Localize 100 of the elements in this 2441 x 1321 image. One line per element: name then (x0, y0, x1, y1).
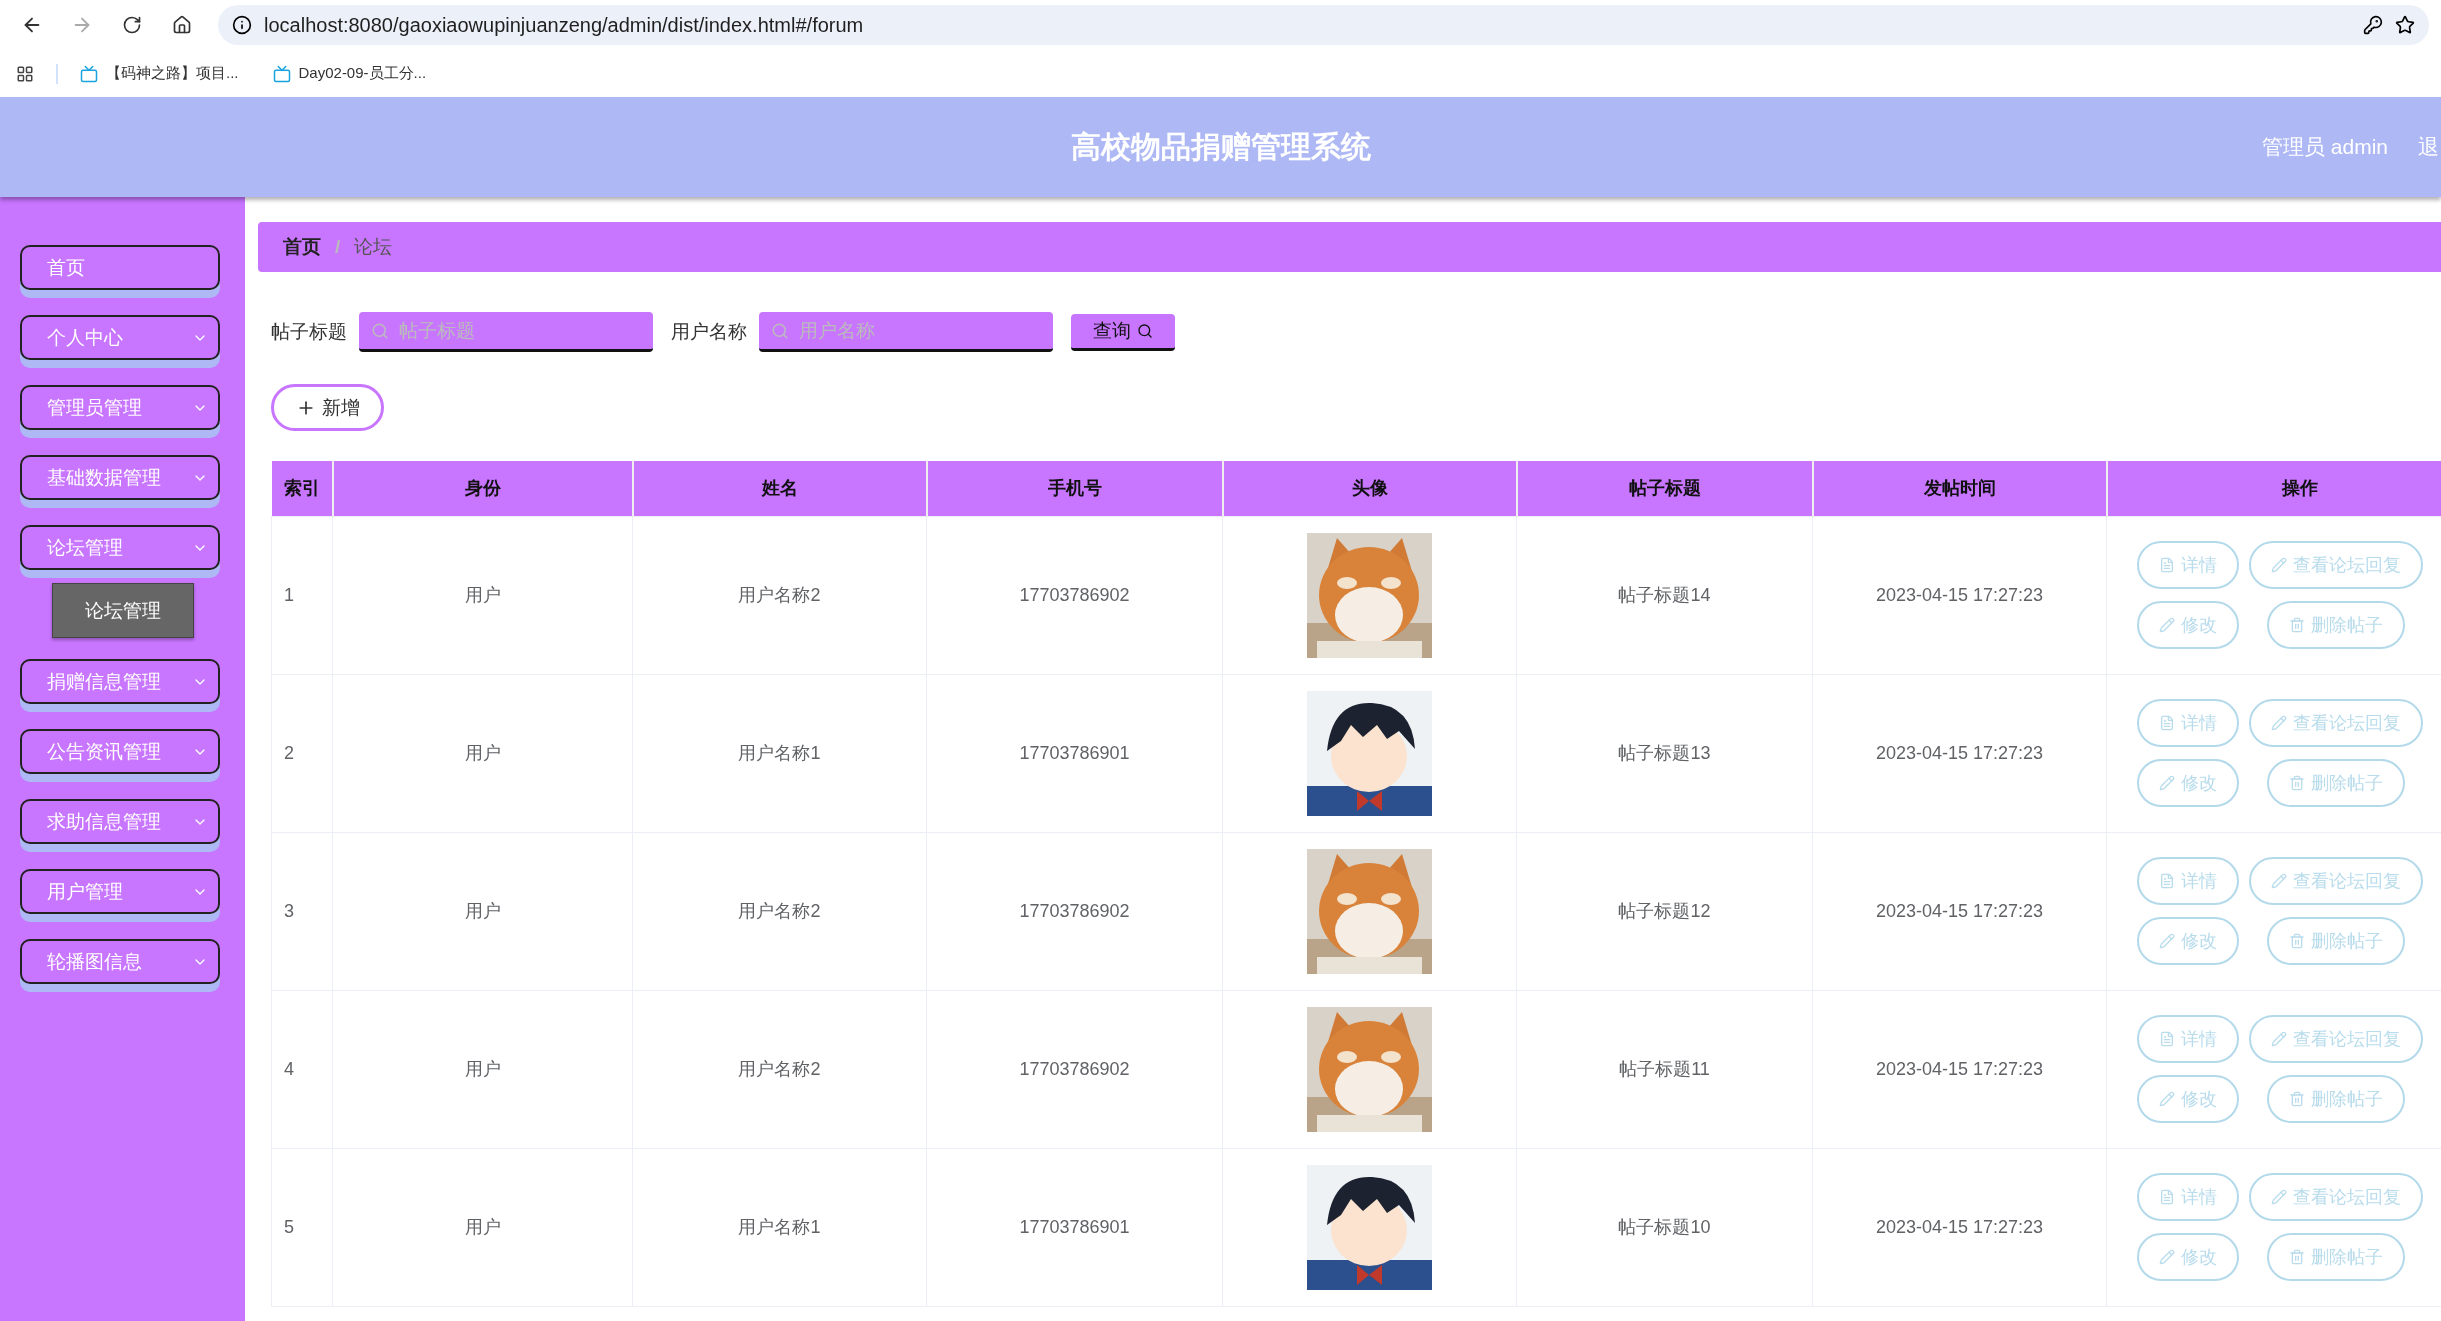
column-header: 操作 (2106, 461, 2441, 516)
column-header: 帖子标题 (1516, 461, 1813, 516)
table-cell: 2023-04-15 17:27:23 (1812, 516, 2107, 674)
pencil-icon (2159, 1249, 2175, 1265)
info-icon (232, 15, 252, 35)
table-cell: 用户 (332, 832, 633, 990)
action-button[interactable]: 修改 (2137, 1233, 2239, 1281)
table-cell: 5 (271, 1148, 333, 1306)
pencil-icon (2159, 617, 2175, 633)
action-button[interactable]: 删除帖子 (2267, 759, 2405, 807)
action-button[interactable]: 删除帖子 (2267, 1075, 2405, 1123)
action-button[interactable]: 删除帖子 (2267, 917, 2405, 965)
action-button[interactable]: 查看论坛回复 (2249, 699, 2423, 747)
action-button[interactable]: 详情 (2137, 1173, 2239, 1221)
table-cell: 2023-04-15 17:27:23 (1812, 674, 2107, 832)
pencil-icon (2271, 1031, 2287, 1047)
action-button[interactable]: 删除帖子 (2267, 601, 2405, 649)
action-button[interactable]: 删除帖子 (2267, 1233, 2405, 1281)
action-button[interactable]: 修改 (2137, 1075, 2239, 1123)
document-icon (2159, 557, 2175, 573)
pencil-icon (2271, 557, 2287, 573)
document-icon (2159, 1031, 2175, 1047)
column-header: 手机号 (926, 461, 1223, 516)
action-button[interactable]: 修改 (2137, 917, 2239, 965)
table-cell: 帖子标题13 (1516, 674, 1813, 832)
action-button[interactable]: 详情 (2137, 1015, 2239, 1063)
document-icon (2159, 873, 2175, 889)
table-cell: 1 (271, 516, 333, 674)
table-cell: 2023-04-15 17:27:23 (1812, 832, 2107, 990)
action-button[interactable]: 修改 (2137, 759, 2239, 807)
apps-icon[interactable] (16, 64, 34, 83)
pencil-icon (2271, 1189, 2287, 1205)
trash-icon (2289, 775, 2305, 791)
search-icon (1137, 322, 1153, 339)
table-cell: 用户名称1 (632, 1148, 927, 1306)
table-cell: 用户名称1 (632, 674, 927, 832)
pencil-icon (2271, 873, 2287, 889)
tv-icon (80, 64, 98, 83)
add-button[interactable]: 新增 (271, 384, 384, 431)
column-header: 索引 (271, 461, 333, 516)
table-cell: 17703786901 (926, 674, 1223, 832)
table-cell: 用户名称2 (632, 990, 927, 1148)
document-icon (2159, 1189, 2175, 1205)
table-cell: 用户 (332, 990, 633, 1148)
action-button[interactable]: 查看论坛回复 (2249, 857, 2423, 905)
table-cell: 帖子标题11 (1516, 990, 1813, 1148)
bookmark-link[interactable]: 【码神之路】项目... (80, 64, 239, 83)
action-button[interactable]: 查看论坛回复 (2249, 541, 2423, 589)
table-cell: 帖子标题10 (1516, 1148, 1813, 1306)
table-cell: 2023-04-15 17:27:23 (1812, 1148, 2107, 1306)
table-cell: 2023-04-15 17:27:23 (1812, 990, 2107, 1148)
table-cell: 帖子标题12 (1516, 832, 1813, 990)
table-cell: 17703786902 (926, 516, 1223, 674)
table-cell: 17703786901 (926, 1148, 1223, 1306)
action-button[interactable]: 详情 (2137, 857, 2239, 905)
url-text: localhost:8080/gaoxiaowupinjuanzeng/admin/dist/index.html#/forum (264, 13, 865, 37)
app-title: 高校物品捐赠管理系统 (1070, 128, 1371, 165)
pencil-icon (2159, 1091, 2175, 1107)
table-cell: 3 (271, 832, 333, 990)
home-icon (172, 15, 192, 35)
action-button[interactable]: 查看论坛回复 (2249, 1015, 2423, 1063)
search-input[interactable]: 帖子标题 (397, 318, 641, 343)
search-input[interactable]: 用户名称 (797, 318, 1041, 343)
bookmark-link[interactable]: Day02-09-员工分... (272, 64, 427, 83)
breadcrumb-link[interactable]: 论坛 (354, 234, 393, 260)
action-button[interactable]: 查看论坛回复 (2249, 1173, 2423, 1221)
search-icon (771, 321, 789, 340)
trash-icon (2289, 617, 2305, 633)
table-cell: 用户 (332, 1148, 633, 1306)
table-cell: 用户 (332, 516, 633, 674)
breadcrumb-link[interactable]: 首页 (283, 234, 321, 260)
trash-icon (2289, 933, 2305, 949)
key-icon[interactable] (2363, 15, 2383, 35)
address-bar[interactable]: localhost:8080/gaoxiaowupinjuanzeng/admin/dist/index.html#/forum (218, 5, 2429, 45)
search-field[interactable]: 帖子标题 (359, 312, 653, 352)
action-button[interactable]: 详情 (2137, 541, 2239, 589)
field-label: 帖子标题 (271, 320, 347, 344)
trash-icon (2289, 1091, 2305, 1107)
logout-link[interactable]: 退 (2418, 133, 2439, 161)
table-cell: 用户名称2 (632, 516, 927, 674)
user-label: 管理员 admin (2261, 134, 2388, 160)
breadcrumb-separator: / (335, 236, 341, 258)
search-field[interactable]: 用户名称 (759, 312, 1053, 352)
column-header: 头像 (1222, 461, 1517, 516)
pencil-icon (2159, 933, 2175, 949)
trash-icon (2289, 1249, 2305, 1265)
action-button[interactable]: 修改 (2137, 601, 2239, 649)
table-cell: 17703786902 (926, 990, 1223, 1148)
table-cell: 17703786902 (926, 832, 1223, 990)
query-button[interactable]: 查询 (1071, 313, 1175, 351)
sidebar-subitem[interactable]: 论坛管理 (52, 583, 194, 638)
table-cell: 用户 (332, 674, 633, 832)
reload-icon (122, 15, 142, 35)
pencil-icon (2271, 715, 2287, 731)
action-button[interactable]: 详情 (2137, 699, 2239, 747)
column-header: 发帖时间 (1812, 461, 2107, 516)
bookmark-star-icon[interactable] (2395, 15, 2415, 35)
table-cell: 4 (271, 990, 333, 1148)
document-icon (2159, 715, 2175, 731)
field-label: 用户名称 (671, 320, 747, 344)
